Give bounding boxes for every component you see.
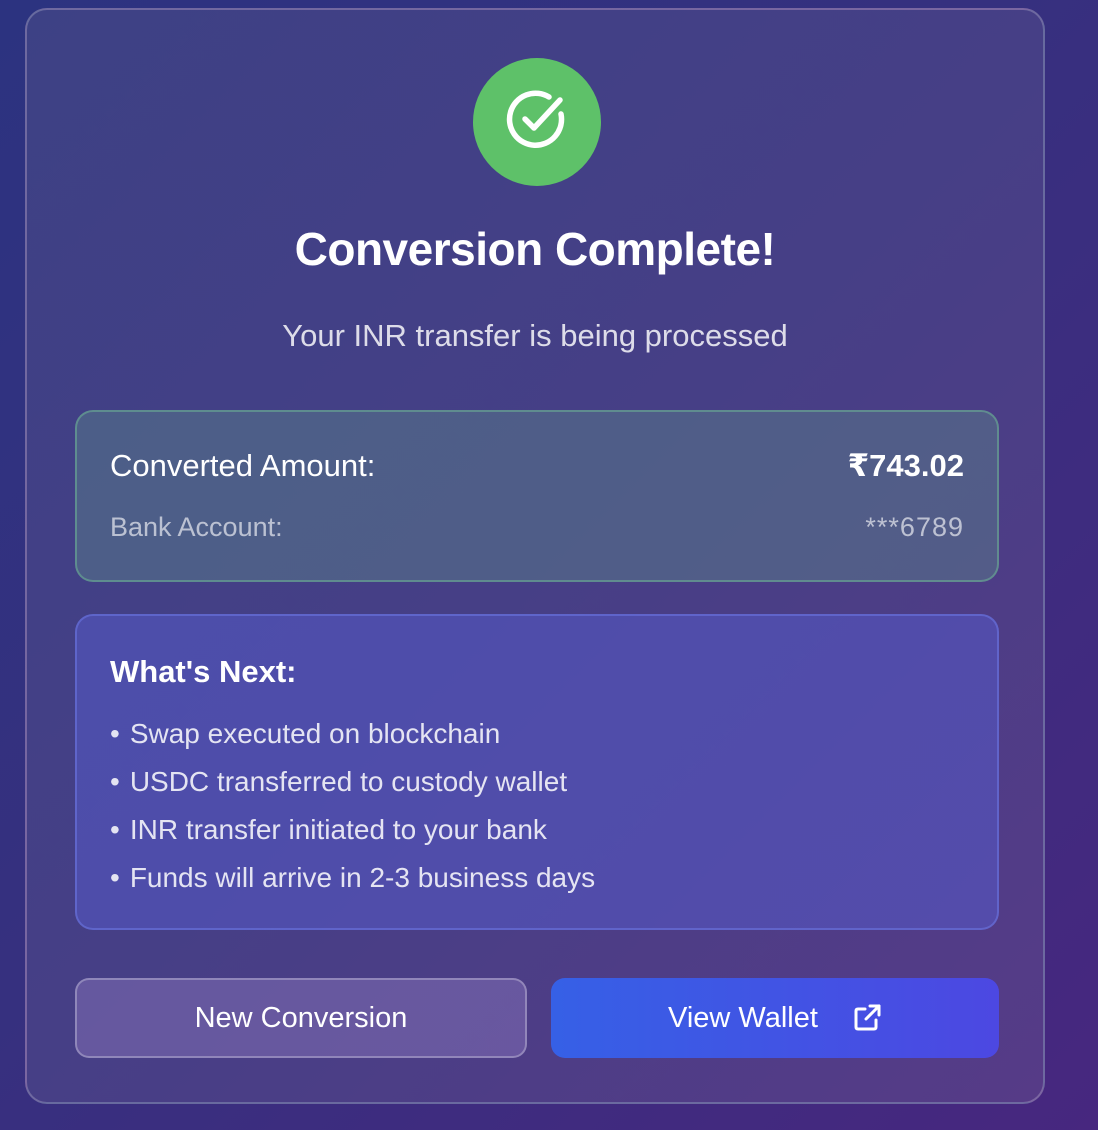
page-subtitle: Your INR transfer is being processed (282, 318, 788, 353)
view-wallet-button[interactable]: View Wallet (551, 978, 999, 1058)
converted-amount-label: Converted Amount: (110, 448, 376, 483)
conversion-summary: Converted Amount: ₹743.02 Bank Account: … (75, 410, 999, 582)
page-title: Conversion Complete! (294, 223, 776, 275)
converted-amount-value: ₹743.02 (847, 448, 964, 483)
whats-next-title: What's Next: (110, 654, 297, 689)
bank-account-row: Bank Account: ***6789 (110, 512, 964, 543)
bullet-icon: • (110, 814, 120, 845)
bullet-icon: • (110, 718, 120, 749)
bullet-icon: • (110, 862, 120, 893)
view-wallet-label: View Wallet (668, 1001, 818, 1034)
converted-amount-row: Converted Amount: ₹743.02 (110, 448, 964, 484)
success-badge (473, 58, 601, 186)
new-conversion-button[interactable]: New Conversion (75, 978, 527, 1058)
list-item: • Funds will arrive in 2-3 business days (110, 862, 596, 893)
list-item: • USDC transferred to custody wallet (110, 766, 568, 797)
list-item: • Swap executed on blockchain (110, 718, 501, 749)
list-item: • INR transfer initiated to your bank (110, 814, 547, 845)
bank-account-value: ***6789 (865, 512, 964, 542)
external-link-icon (852, 1003, 882, 1033)
conversion-complete-card: Conversion Complete! Your INR transfer i… (25, 8, 1045, 1104)
new-conversion-label: New Conversion (194, 1001, 408, 1034)
bullet-icon: • (110, 766, 120, 797)
whats-next-panel: What's Next: • Swap executed on blockchai… (75, 614, 999, 930)
bank-account-label: Bank Account: (110, 512, 283, 542)
check-circle-icon (503, 86, 571, 159)
whats-next-list: • Swap executed on blockchain • USDC trans… (110, 714, 595, 906)
